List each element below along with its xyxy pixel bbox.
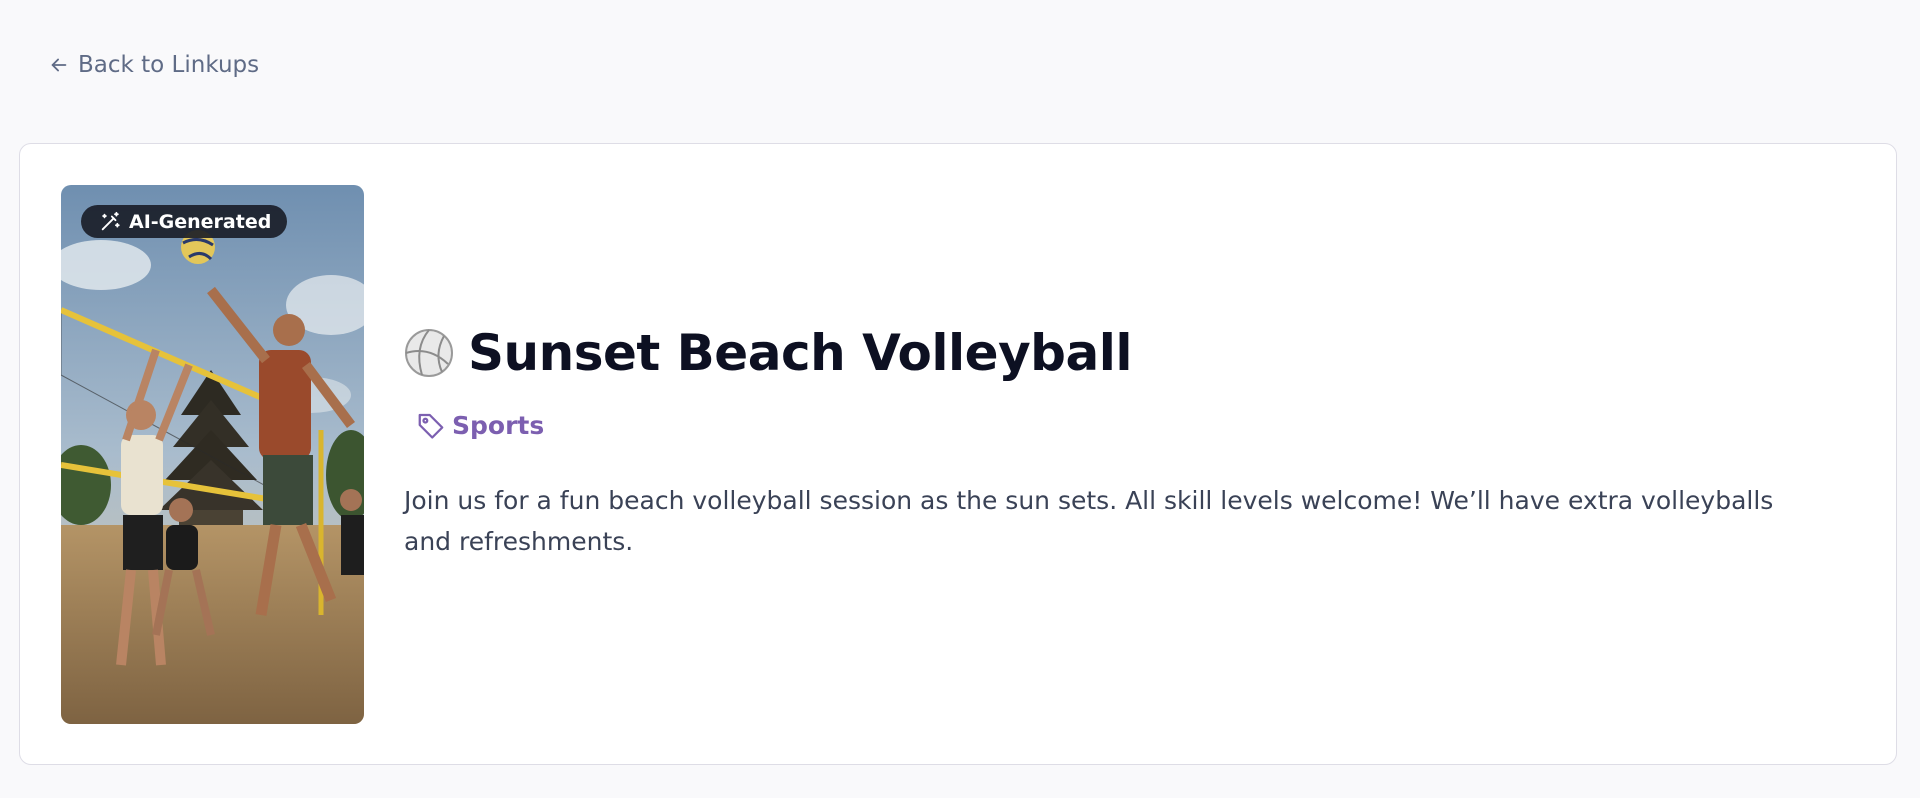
beach-volleyball-photo (61, 185, 364, 724)
linkup-title: Sunset Beach Volleyball (404, 324, 1824, 382)
back-link-label: Back to Linkups (78, 52, 260, 78)
category-tag[interactable]: Sports (416, 410, 1824, 440)
linkup-info: Sunset Beach Volleyball Sports Join us f… (404, 324, 1824, 562)
linkup-detail-card: AI-Generated Sunset Beach Volleyball Spo… (19, 143, 1897, 765)
ai-generated-badge: AI-Generated (81, 205, 288, 238)
tag-icon (418, 413, 444, 439)
category-label: Sports (452, 410, 545, 440)
arrow-left-icon (51, 58, 67, 72)
volleyball-icon (405, 329, 453, 377)
linkup-description: Join us for a fun beach volleyball sessi… (404, 486, 1774, 556)
magic-wand-icon (101, 211, 120, 230)
back-to-linkups-link[interactable]: Back to Linkups (48, 52, 259, 78)
linkup-image: AI-Generated (61, 185, 364, 724)
ai-generated-label: AI-Generated (129, 210, 272, 233)
linkup-title-text: Sunset Beach Volleyball (468, 324, 1133, 382)
